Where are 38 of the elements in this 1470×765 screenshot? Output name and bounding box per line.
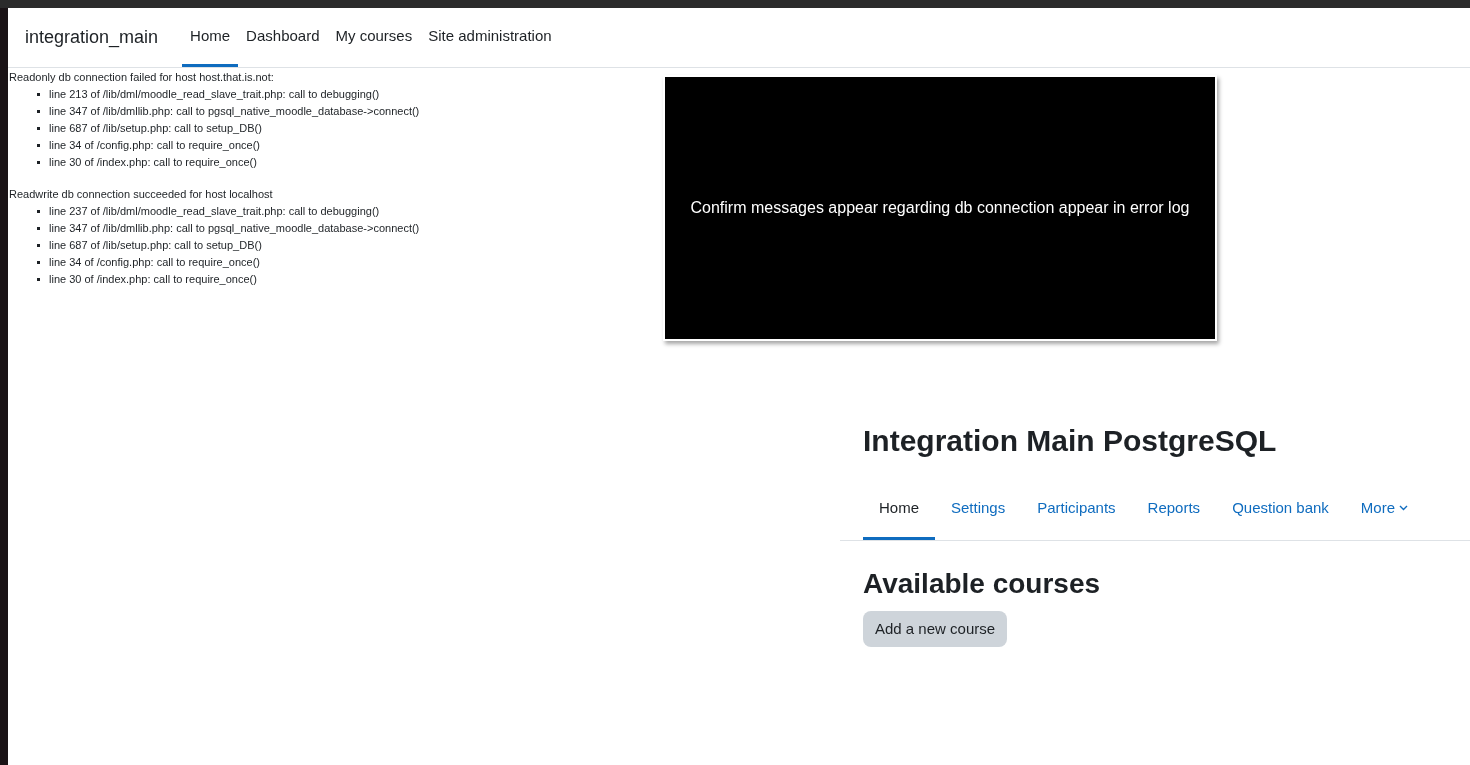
stack-trace-line: line 347 of /lib/dmllib.php: call to pgsql_native_moodle_database->connect() xyxy=(49,221,420,236)
bullet-icon xyxy=(37,244,40,247)
nav-link[interactable]: My courses xyxy=(327,8,421,67)
stack-trace-line: line 30 of /index.php: call to require_once() xyxy=(49,155,257,170)
bullet-icon xyxy=(37,278,40,281)
bullet-icon xyxy=(37,93,40,96)
nav-link[interactable]: Dashboard xyxy=(238,8,328,67)
stack-trace-line: line 687 of /lib/setup.php: call to setup_DB() xyxy=(49,238,262,253)
section-heading: Available courses xyxy=(863,567,1102,601)
course-tab[interactable]: Reports xyxy=(1131,479,1217,540)
course-tab[interactable]: Home xyxy=(863,479,935,540)
add-course-button[interactable]: Add a new course xyxy=(863,611,1008,647)
debug-message: Readwrite db connection succeeded for host localhost xyxy=(9,187,274,202)
site-name[interactable]: integration_main xyxy=(25,24,159,51)
nav-link[interactable]: Home xyxy=(182,8,239,67)
stack-trace-line: line 34 of /config.php: call to require_once() xyxy=(49,138,260,153)
course-tab[interactable]: Settings xyxy=(935,479,1022,540)
stack-trace-line: line 213 of /lib/dml/moodle_read_slave_trait.php: call to debugging() xyxy=(49,87,380,102)
stack-trace-line: line 237 of /lib/dml/moodle_read_slave_trait.php: call to debugging() xyxy=(49,204,380,219)
stack-trace-line: line 687 of /lib/setup.php: call to setup_DB() xyxy=(49,121,262,136)
bullet-icon xyxy=(37,161,40,164)
bullet-icon xyxy=(37,210,40,213)
overlay-text: Confirm messages appear regarding db connection appear in error log xyxy=(690,198,1190,218)
debug-message: Readonly db connection failed for host host.that.is.not: xyxy=(9,70,275,85)
course-title: Integration Main PostgreSQL xyxy=(863,423,1278,459)
more-menu-tab[interactable]: More xyxy=(1344,479,1425,540)
stack-trace-line: line 34 of /config.php: call to require_once() xyxy=(49,255,260,270)
bullet-icon xyxy=(37,127,40,130)
bullet-icon xyxy=(37,227,40,230)
bullet-icon xyxy=(37,261,40,264)
bullet-icon xyxy=(37,110,40,113)
chevron-down-icon xyxy=(1399,505,1409,511)
course-tab[interactable]: Question bank xyxy=(1216,479,1345,540)
bullet-icon xyxy=(37,144,40,147)
nav-link[interactable]: Site administration xyxy=(420,8,560,67)
stack-trace-line: line 347 of /lib/dmllib.php: call to pgsql_native_moodle_database->connect() xyxy=(49,104,420,119)
course-tab[interactable]: Participants xyxy=(1021,479,1132,540)
stack-trace-line: line 30 of /index.php: call to require_once() xyxy=(49,272,257,287)
